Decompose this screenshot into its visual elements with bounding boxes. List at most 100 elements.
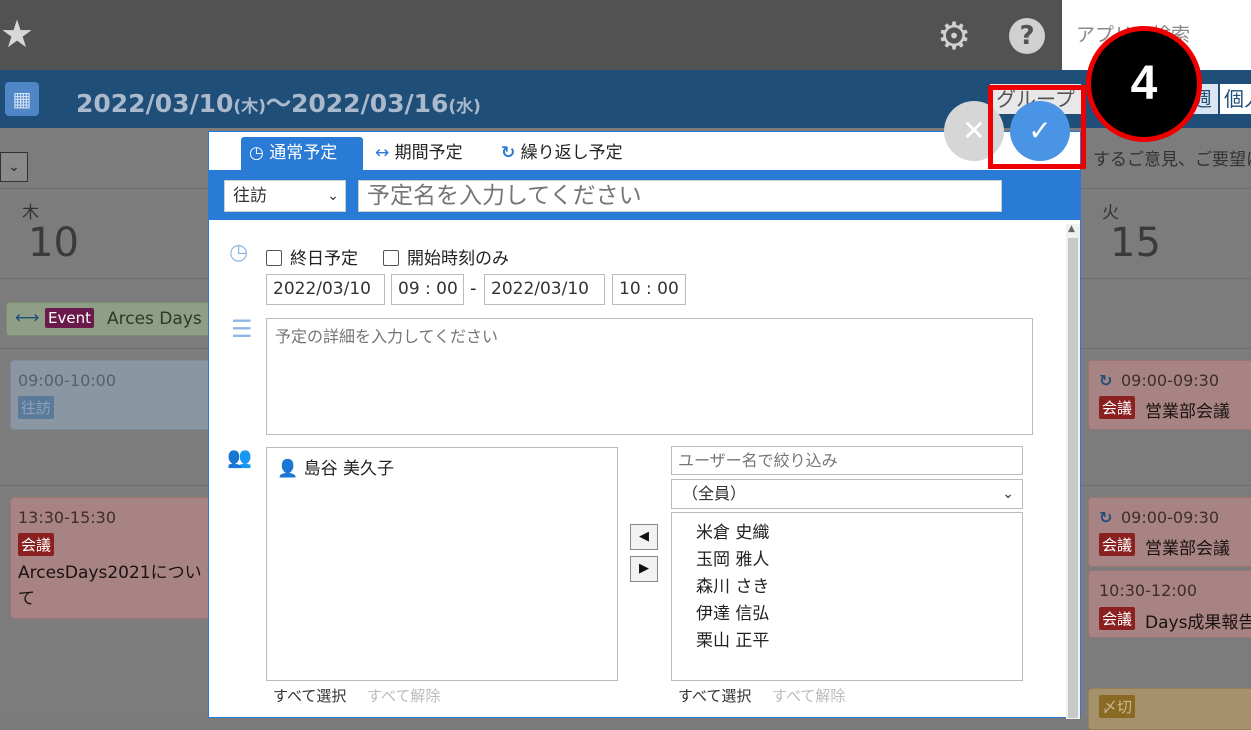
tab-label: 繰り返し予定: [520, 143, 623, 163]
divider: [1081, 485, 1251, 486]
person-icon: 👤: [277, 459, 299, 479]
detail-textarea[interactable]: [266, 318, 1033, 435]
all-day-checkbox[interactable]: 終日予定: [266, 244, 358, 269]
period-arrow-icon: ↔: [375, 143, 390, 163]
checkbox-box[interactable]: [383, 250, 399, 266]
view-personal-button[interactable]: 個人: [1220, 84, 1251, 114]
category-select[interactable]: 往訪 ⌄: [224, 180, 346, 212]
end-time-field[interactable]: 10 : 00: [612, 274, 686, 305]
select-all-right[interactable]: すべて選択: [678, 685, 751, 706]
event-tag: 会議: [18, 533, 55, 556]
all-day-label: 終日予定: [290, 249, 358, 269]
scroll-thumb[interactable]: [1068, 238, 1078, 718]
range-dash: -: [470, 278, 477, 299]
scroll-up-icon[interactable]: ▲: [1068, 224, 1075, 234]
list-item[interactable]: 玉岡 雅人: [696, 545, 769, 570]
tab-period-schedule[interactable]: ↔ 期間予定: [375, 137, 463, 170]
divider: [1081, 278, 1251, 279]
schedule-dialog: ◷ 通常予定 ↔ 期間予定 ↻ 繰り返し予定 往訪 ⌄ ◷ 終日予定 開始時刻の…: [208, 131, 1081, 719]
gear-icon[interactable]: ⚙: [937, 17, 975, 55]
selected-users-list[interactable]: 👤 島谷 美久子: [266, 447, 618, 681]
chevron-down-icon: ⌄: [1002, 486, 1014, 502]
highlight-box: [988, 85, 1086, 169]
divider: [0, 278, 208, 279]
star-icon[interactable]: ★: [0, 14, 40, 54]
date-end: 2022/03/16: [290, 89, 449, 118]
event-title: ArcesDays2021について: [18, 563, 202, 609]
category-value: 往訪: [233, 186, 267, 206]
calendar-icon[interactable]: ▦: [5, 82, 39, 116]
event-tag: 〆切: [1099, 695, 1136, 718]
divider: [0, 485, 208, 486]
start-only-checkbox[interactable]: 開始時刻のみ: [383, 244, 509, 269]
tab-label: 期間予定: [394, 143, 463, 163]
date-end-weekday: (水): [448, 97, 481, 117]
group-select[interactable]: （全員） ⌄: [671, 479, 1023, 509]
tab-normal-schedule[interactable]: ◷ 通常予定: [241, 137, 363, 170]
deselect-all-left[interactable]: すべて解除: [367, 685, 440, 706]
start-date-field[interactable]: 2022/03/10: [266, 274, 385, 305]
user-name: 島谷 美久子: [303, 459, 394, 479]
list-item[interactable]: 森川 さき: [696, 572, 769, 597]
repeat-icon: ↻: [1099, 371, 1113, 390]
event-tag: 会議: [1099, 533, 1136, 556]
users-icon: 👥: [227, 445, 252, 469]
start-time-field[interactable]: 09 : 00: [391, 274, 464, 305]
text-lines-icon: ☰: [231, 315, 253, 343]
event-time: 09:00-09:30: [1121, 508, 1219, 527]
end-date-field[interactable]: 2022/03/10: [484, 274, 605, 305]
start-only-label: 開始時刻のみ: [407, 249, 509, 269]
event-days-report[interactable]: 10:30-12:00 会議 Days成果報告: [1088, 570, 1251, 638]
list-item[interactable]: 米倉 史織: [696, 518, 769, 543]
repeat-icon: ↻: [1099, 508, 1113, 527]
deselect-all-right[interactable]: すべて解除: [772, 685, 845, 706]
event-title: Days成果報告: [1145, 613, 1251, 633]
divider: [0, 348, 208, 349]
group-value: （全員）: [682, 484, 747, 503]
available-users-list[interactable]: 米倉 史織 玉岡 雅人 森川 さき 伊達 信弘 栗山 正平: [671, 512, 1023, 681]
chevron-down-icon: ⌄: [327, 188, 339, 204]
selected-user-item[interactable]: 👤 島谷 美久子: [277, 454, 394, 479]
period-arrow-icon: ⟷: [15, 308, 40, 328]
event-sales-meeting-1[interactable]: ↻ 09:00-09:30 会議 営業部会議: [1088, 360, 1251, 430]
tab-repeat-schedule[interactable]: ↻ 繰り返し予定: [501, 137, 623, 170]
user-filter-input[interactable]: [671, 446, 1023, 475]
event-tag: 会議: [1099, 607, 1136, 630]
chevron-down-icon[interactable]: ⌄: [0, 152, 28, 182]
event-time: 10:30-12:00: [1099, 581, 1197, 600]
tab-label: 通常予定: [269, 143, 338, 163]
list-item[interactable]: 栗山 正平: [696, 626, 769, 651]
date-start-weekday: (木): [233, 97, 266, 117]
event-tag: Event: [45, 308, 94, 328]
move-left-button[interactable]: ◀: [630, 524, 658, 550]
divider: [1081, 188, 1251, 189]
event-time: 13:30-15:30: [18, 508, 116, 527]
event-arces-days[interactable]: ⟷ Event Arces Days: [6, 302, 212, 336]
help-icon[interactable]: ?: [1009, 18, 1045, 54]
list-item[interactable]: 伊達 信弘: [696, 599, 769, 624]
day-number-left[interactable]: 10: [28, 220, 79, 266]
title-input[interactable]: [358, 180, 1002, 212]
event-tag: 往訪: [18, 396, 55, 419]
move-right-button[interactable]: ▶: [630, 556, 658, 582]
select-all-left[interactable]: すべて選択: [273, 685, 346, 706]
event-time: 09:00-10:00: [18, 371, 116, 390]
event-deadline[interactable]: 〆切: [1088, 688, 1251, 730]
dialog-scrollbar[interactable]: ▲: [1066, 224, 1080, 719]
event-sales-meeting-2[interactable]: ↻ 09:00-09:30 会議 営業部会議: [1088, 497, 1251, 567]
checkbox-box[interactable]: [266, 250, 282, 266]
event-title: 営業部会議: [1145, 539, 1230, 559]
day-number-right[interactable]: 15: [1110, 220, 1161, 266]
feedback-link[interactable]: するご意見、ご要望に: [1093, 145, 1251, 170]
divider: [1081, 348, 1251, 349]
divider: [0, 188, 208, 189]
date-range: 2022/03/10(木)～2022/03/16(水): [76, 84, 481, 120]
event-title: 営業部会議: [1145, 402, 1230, 422]
repeat-icon: ↻: [501, 143, 516, 163]
event-title: Arces Days: [107, 309, 202, 329]
event-meeting-left[interactable]: 13:30-15:30 会議 ArcesDays2021について: [10, 497, 212, 619]
event-visit[interactable]: 09:00-10:00 往訪: [10, 360, 212, 430]
event-tag: 会議: [1099, 396, 1136, 419]
clock-icon: ◷: [229, 240, 249, 265]
title-row: 往訪 ⌄: [209, 170, 1080, 220]
